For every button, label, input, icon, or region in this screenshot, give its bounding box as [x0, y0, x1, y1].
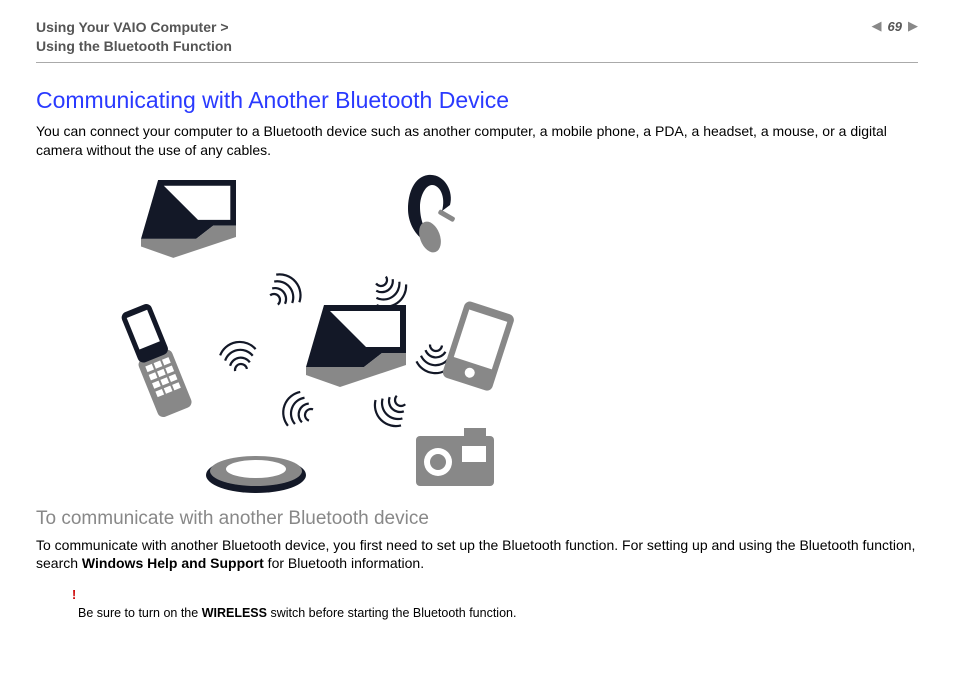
instruction-paragraph: To communicate with another Bluetooth de…	[36, 536, 918, 574]
camera-icon	[416, 428, 494, 486]
pager: ◀ 69 ▶	[872, 18, 918, 34]
bluetooth-devices-diagram	[66, 170, 566, 500]
page-header: Using Your VAIO Computer > Using the Blu…	[36, 18, 918, 63]
para2-bold: Windows Help and Support	[82, 555, 264, 571]
para2-part2: for Bluetooth information.	[264, 555, 424, 571]
manual-page: Using Your VAIO Computer > Using the Blu…	[0, 0, 954, 621]
breadcrumb-line-1: Using Your VAIO Computer >	[36, 19, 229, 35]
warning-note: ! Be sure to turn on the WIRELESS switch…	[78, 587, 918, 621]
note-part1: Be sure to turn on the	[78, 606, 202, 620]
flip-phone-icon	[118, 301, 193, 418]
warning-icon: !	[72, 587, 918, 603]
intro-paragraph: You can connect your computer to a Bluet…	[36, 122, 918, 160]
breadcrumb: Using Your VAIO Computer > Using the Blu…	[36, 18, 232, 56]
section-subheading: To communicate with another Bluetooth de…	[36, 508, 918, 530]
mouse-icon	[206, 456, 306, 493]
pda-icon	[441, 300, 515, 392]
prev-page-arrow-icon[interactable]: ◀	[872, 18, 882, 34]
note-part2: switch before starting the Bluetooth fun…	[267, 606, 516, 620]
next-page-arrow-icon[interactable]: ▶	[908, 18, 918, 34]
headset-icon	[408, 174, 456, 255]
note-bold: WIRELESS	[202, 606, 267, 620]
laptop-center-icon	[306, 305, 406, 387]
breadcrumb-line-2: Using the Bluetooth Function	[36, 38, 232, 54]
page-number: 69	[888, 19, 902, 34]
page-title: Communicating with Another Bluetooth Dev…	[36, 87, 918, 114]
laptop-peripheral-icon	[141, 180, 236, 258]
